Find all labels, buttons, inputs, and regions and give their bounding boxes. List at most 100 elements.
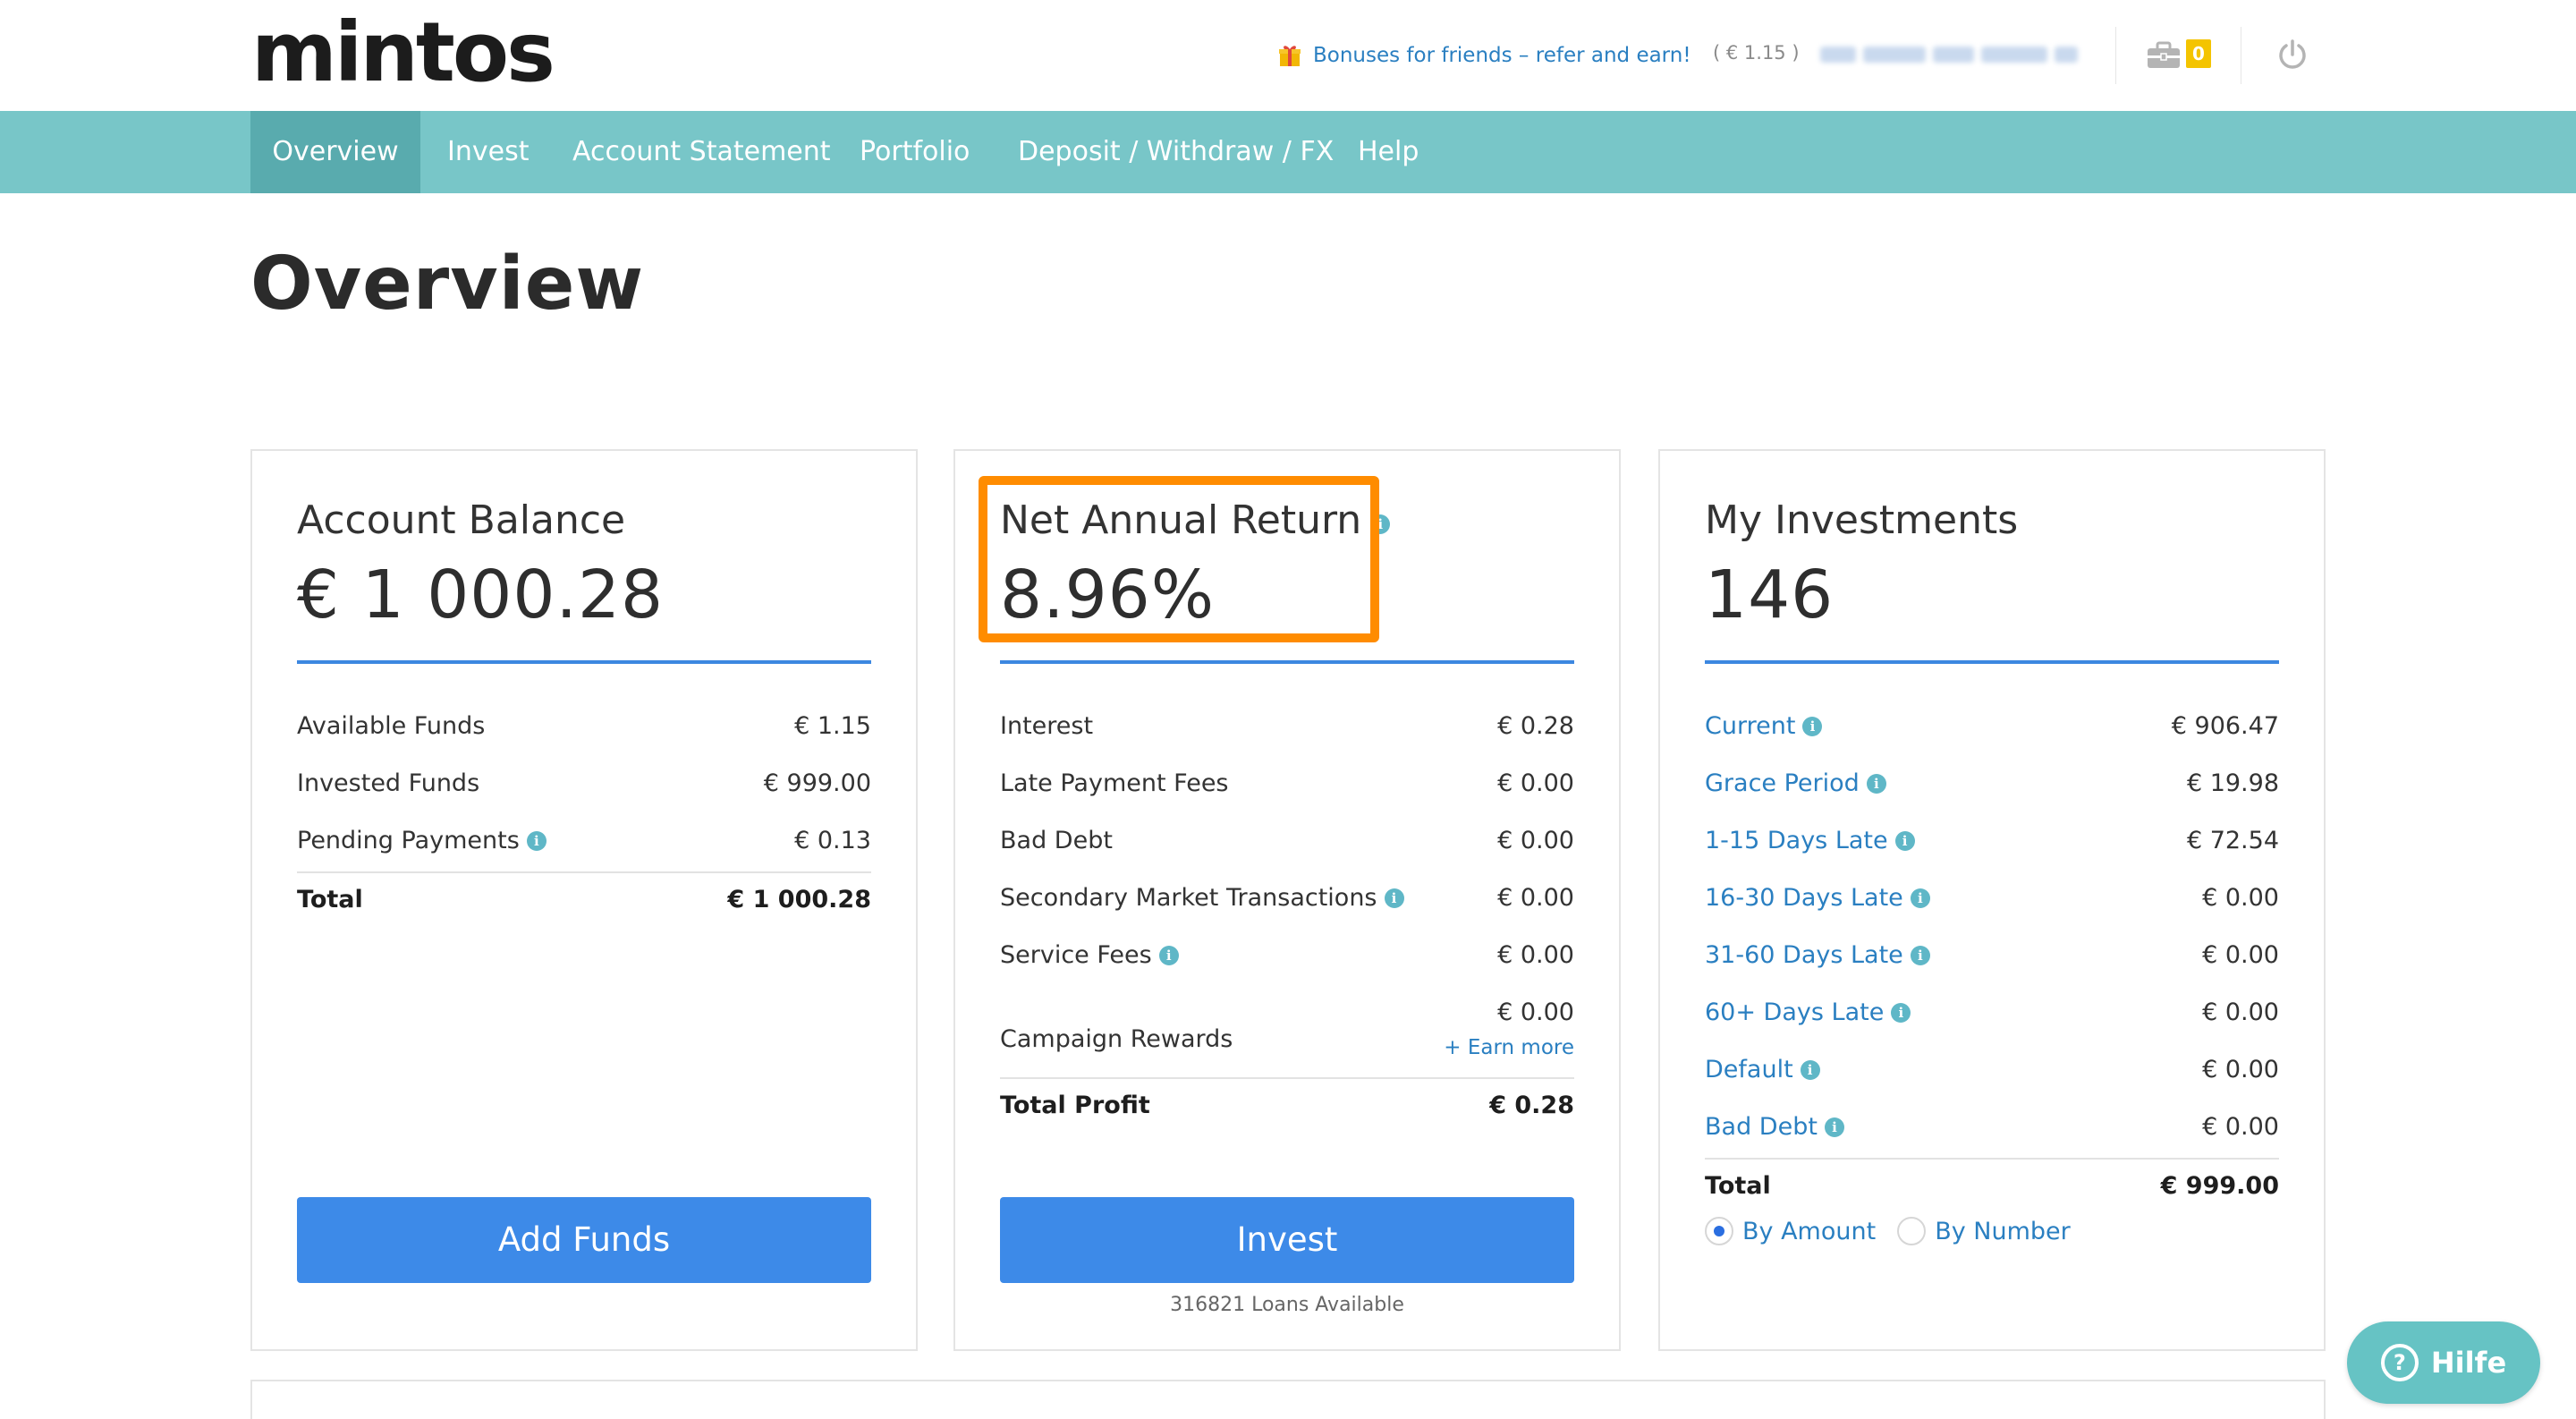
- info-icon[interactable]: i: [1802, 716, 1823, 736]
- row-value: € 1 000.28: [727, 886, 871, 913]
- my-investments-title: My Investments: [1705, 497, 2019, 543]
- investments-row-current[interactable]: Current i € 906.47: [1705, 712, 2279, 748]
- investments-row-total: Total € 999.00: [1705, 1172, 2279, 1208]
- return-row-late-payment-fees: Late Payment Fees € 0.00: [1000, 769, 1574, 805]
- main-nav: Overview Invest Account Statement Portfo…: [0, 111, 2576, 193]
- row-label: Service Fees: [1000, 941, 1152, 969]
- row-value: € 0.13: [794, 827, 871, 854]
- view-mode-radio-group: By Amount By Number: [1705, 1217, 2071, 1245]
- row-value: € 0.00: [1497, 941, 1574, 969]
- balance-row-invested-funds: Invested Funds € 999.00: [297, 769, 871, 805]
- investments-row-31-60-days-late[interactable]: 31-60 Days Late i € 0.00: [1705, 941, 2279, 977]
- row-value: € 0.00: [2202, 884, 2279, 912]
- nav-portfolio[interactable]: Portfolio: [833, 111, 996, 193]
- card-divider: [297, 660, 871, 664]
- next-section-card: [250, 1380, 2326, 1419]
- nav-overview[interactable]: Overview: [250, 111, 420, 193]
- nav-help[interactable]: Help: [1331, 111, 1445, 193]
- row-label[interactable]: 31-60 Days Late: [1705, 941, 1903, 969]
- top-header: mintos Bonuses for friends – refer and e…: [0, 0, 2576, 111]
- row-value: € 0.28: [1489, 1092, 1574, 1119]
- radio-label[interactable]: By Number: [1935, 1218, 2071, 1245]
- return-row-service-fees: Service Fees i € 0.00: [1000, 941, 1574, 977]
- radio-button-selected[interactable]: [1705, 1217, 1733, 1245]
- add-funds-button[interactable]: Add Funds: [297, 1197, 871, 1283]
- balance-row-available-funds: Available Funds € 1.15: [297, 712, 871, 748]
- row-value: € 19.98: [2186, 769, 2279, 797]
- row-value: € 0.00: [1497, 998, 1574, 1026]
- help-chat-button[interactable]: ? Hilfe: [2347, 1321, 2540, 1404]
- mintos-logo[interactable]: mintos: [251, 4, 555, 102]
- bonus-link-label: Bonuses for friends – refer and earn!: [1313, 44, 1691, 67]
- row-label[interactable]: Grace Period: [1705, 769, 1860, 797]
- investments-row-bad-debt[interactable]: Bad Debt i € 0.00: [1705, 1113, 2279, 1149]
- row-label[interactable]: 1-15 Days Late: [1705, 827, 1888, 854]
- investments-row-default[interactable]: Default i € 0.00: [1705, 1056, 2279, 1092]
- investments-row-16-30-days-late[interactable]: 16-30 Days Late i € 0.00: [1705, 884, 2279, 920]
- invest-button[interactable]: Invest: [1000, 1197, 1574, 1283]
- user-name-redacted[interactable]: [1820, 41, 2100, 68]
- balance-row-total: Total € 1 000.28: [297, 886, 871, 922]
- briefcase-icon[interactable]: [2144, 39, 2183, 72]
- row-label[interactable]: 16-30 Days Late: [1705, 884, 1903, 912]
- bonus-referral-link[interactable]: Bonuses for friends – refer and earn!: [1277, 39, 1691, 72]
- info-icon[interactable]: i: [1158, 945, 1179, 965]
- row-value: € 0.00: [1497, 827, 1574, 854]
- row-label: Invested Funds: [297, 769, 480, 797]
- row-label: Bad Debt: [1000, 827, 1113, 854]
- account-balance-title: Account Balance: [297, 497, 626, 543]
- investments-row-60-plus-days-late[interactable]: 60+ Days Late i € 0.00: [1705, 998, 2279, 1034]
- nav-invest[interactable]: Invest: [420, 111, 555, 193]
- info-icon[interactable]: i: [1824, 1117, 1844, 1137]
- row-label: Available Funds: [297, 712, 486, 740]
- row-label: Total: [297, 886, 363, 913]
- net-annual-return-title: Net Annual Return i: [1000, 497, 1391, 543]
- row-value: € 0.28: [1497, 712, 1574, 740]
- net-annual-return-value: 8.96%: [1000, 557, 1216, 633]
- row-value: € 1.15: [794, 712, 871, 740]
- row-label[interactable]: 60+ Days Late: [1705, 998, 1884, 1026]
- card-title-text: Net Annual Return: [1000, 497, 1362, 543]
- earn-more-link[interactable]: + Earn more: [1444, 1036, 1574, 1059]
- nav-deposit-withdraw-fx[interactable]: Deposit / Withdraw / FX: [991, 111, 1360, 193]
- row-separator: [1000, 1077, 1574, 1079]
- row-value: € 0.00: [2202, 1113, 2279, 1141]
- help-button-label: Hilfe: [2430, 1346, 2507, 1380]
- investments-row-grace-period[interactable]: Grace Period i € 19.98: [1705, 769, 2279, 805]
- info-icon[interactable]: i: [1894, 830, 1915, 851]
- card-divider: [1705, 660, 2279, 664]
- header-balance: ( € 1.15 ): [1713, 42, 1800, 64]
- info-icon[interactable]: i: [1866, 773, 1886, 794]
- radio-button[interactable]: [1897, 1217, 1927, 1245]
- info-icon[interactable]: i: [1891, 1002, 1911, 1023]
- info-icon[interactable]: i: [1910, 945, 1930, 965]
- power-icon[interactable]: [2275, 38, 2309, 72]
- investments-row-1-15-days-late[interactable]: 1-15 Days Late i € 72.54: [1705, 827, 2279, 862]
- row-label[interactable]: Default: [1705, 1056, 1793, 1083]
- row-value: € 0.00: [2202, 1056, 2279, 1083]
- account-balance-value: € 1 000.28: [297, 557, 665, 633]
- row-label: Secondary Market Transactions: [1000, 884, 1377, 912]
- return-row-bad-debt: Bad Debt € 0.00: [1000, 827, 1574, 862]
- radio-label[interactable]: By Amount: [1742, 1218, 1876, 1245]
- row-label[interactable]: Current: [1705, 712, 1795, 740]
- row-value: € 999.00: [763, 769, 871, 797]
- row-label: Total Profit: [1000, 1092, 1150, 1119]
- nav-account-statement[interactable]: Account Statement: [546, 111, 858, 193]
- row-label[interactable]: Bad Debt: [1705, 1113, 1818, 1141]
- row-label: Campaign Rewards: [1000, 1025, 1233, 1053]
- return-row-interest: Interest € 0.28: [1000, 712, 1574, 748]
- info-icon[interactable]: i: [1370, 514, 1391, 534]
- info-icon[interactable]: i: [1384, 888, 1404, 908]
- info-icon[interactable]: i: [526, 830, 547, 851]
- info-icon[interactable]: i: [1800, 1059, 1820, 1080]
- net-annual-return-card: Net Annual Return i 8.96% Interest € 0.2…: [953, 449, 1621, 1351]
- return-row-secondary-market: Secondary Market Transactions i € 0.00: [1000, 884, 1574, 920]
- my-investments-value: 146: [1705, 557, 1835, 633]
- radio-by-amount[interactable]: By Amount: [1705, 1217, 1876, 1245]
- account-balance-card: Account Balance € 1 000.28 Available Fun…: [250, 449, 918, 1351]
- radio-by-number[interactable]: By Number: [1897, 1217, 2071, 1245]
- info-icon[interactable]: i: [1910, 888, 1930, 908]
- row-label: Interest: [1000, 712, 1094, 740]
- row-value: € 0.00: [1497, 769, 1574, 797]
